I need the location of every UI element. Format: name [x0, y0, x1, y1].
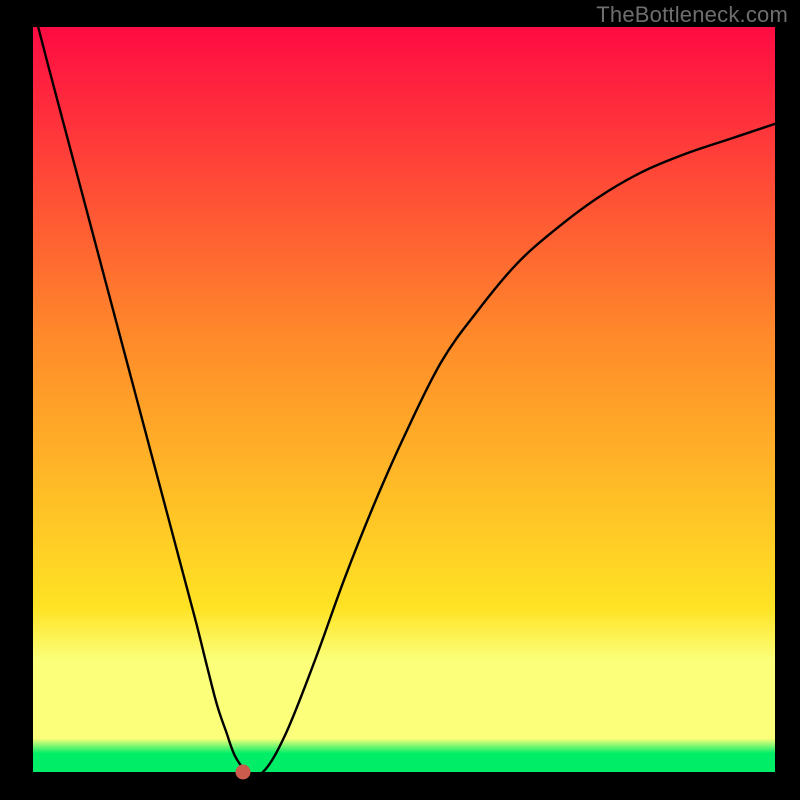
bottleneck-chart: [0, 0, 800, 800]
chart-plot-area: [33, 27, 775, 772]
chart-container: TheBottleneck.com: [0, 0, 800, 800]
optimal-point-marker: [235, 765, 250, 780]
watermark-text: TheBottleneck.com: [596, 2, 788, 28]
